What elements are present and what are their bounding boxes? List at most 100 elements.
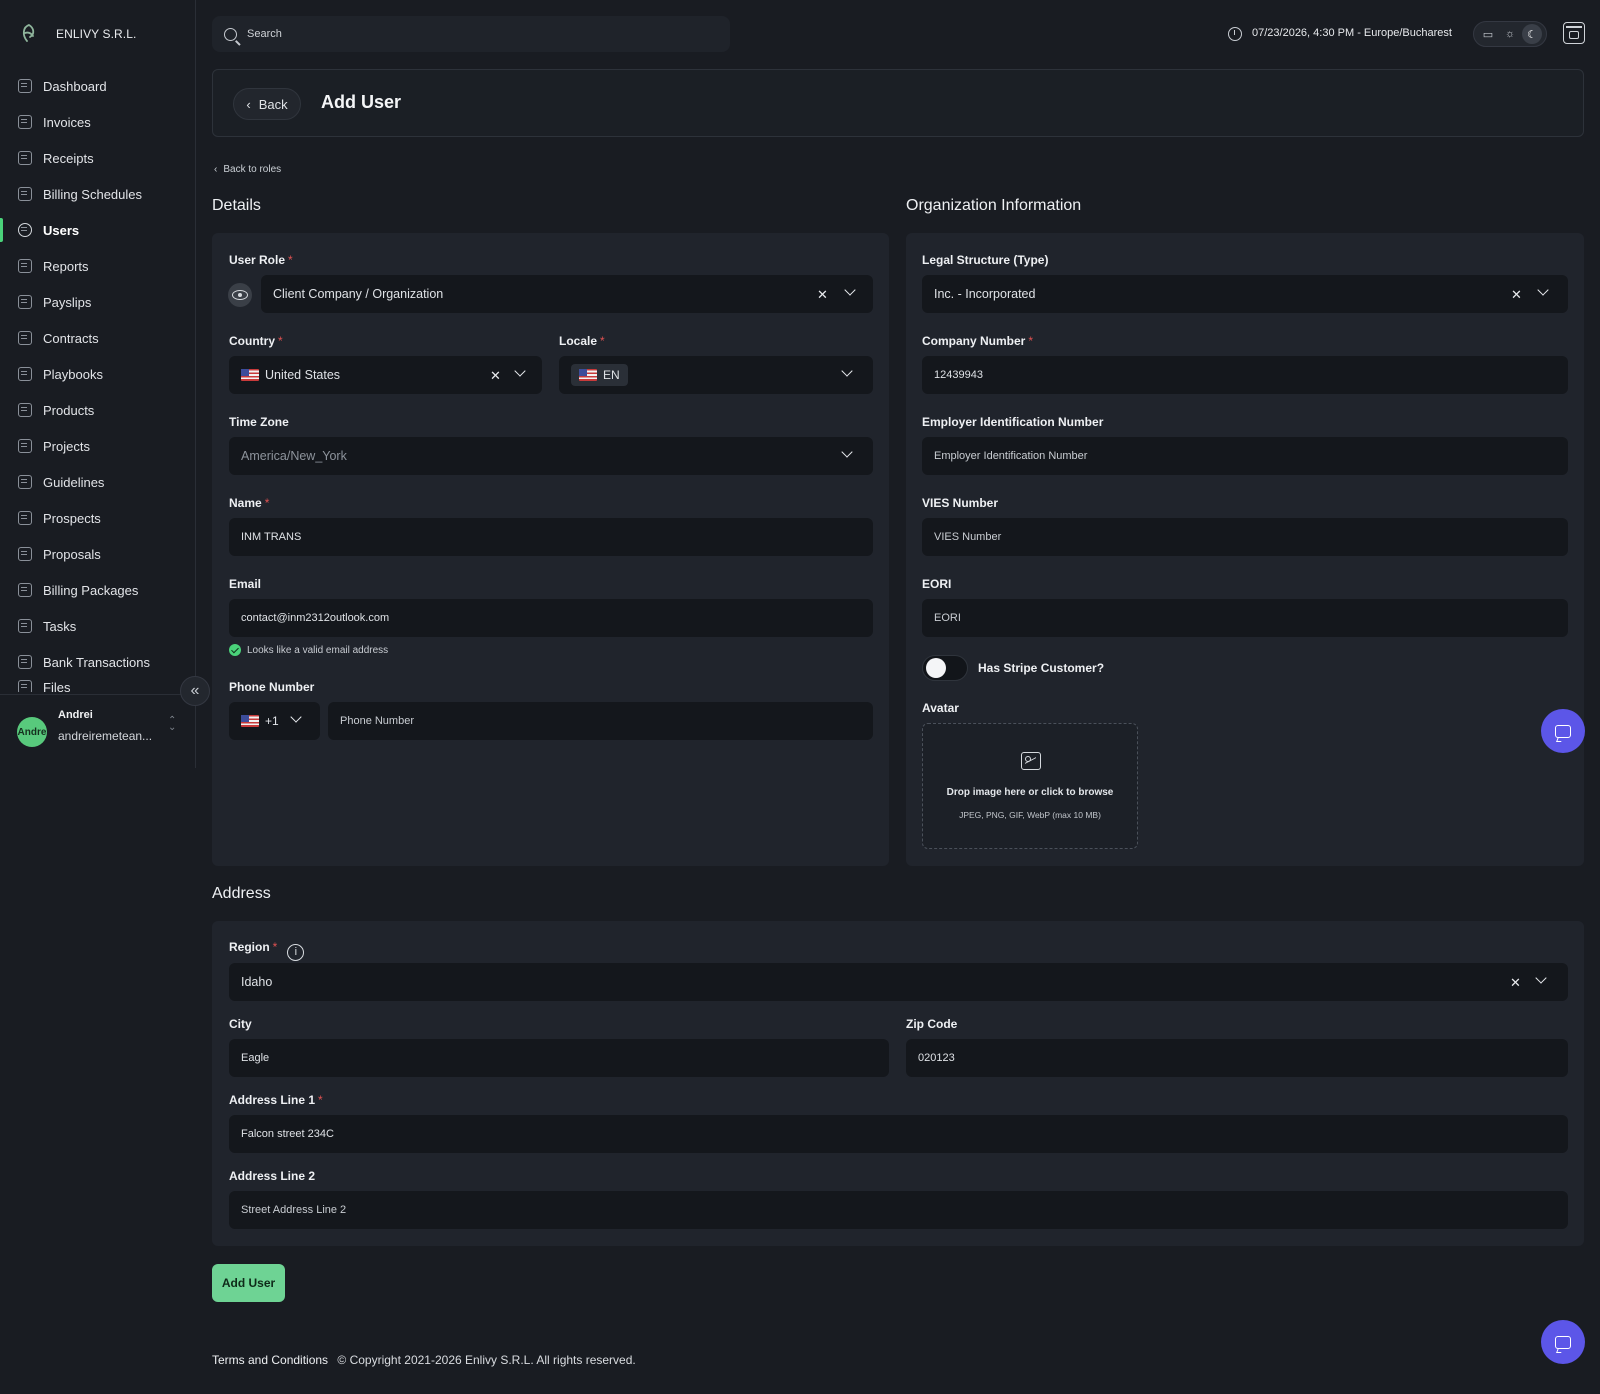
organization-title: Organization Information xyxy=(906,197,1082,214)
info-icon[interactable]: i xyxy=(287,944,305,961)
locale-select[interactable]: EN xyxy=(559,356,873,394)
zip-value: 020123 xyxy=(918,1052,955,1064)
monitor-icon[interactable]: ▭ xyxy=(1478,24,1498,44)
brand[interactable]: ENLIVY S.R.L. xyxy=(16,18,174,50)
phone-country-code-select[interactable]: +1 xyxy=(229,702,320,740)
sidebar-item-dashboard[interactable]: Dashboard xyxy=(0,68,195,104)
user-menu[interactable]: Andre Andrei andreiremetean... ⌃ ⌄ xyxy=(0,694,195,768)
chevron-down-icon xyxy=(841,446,853,458)
chevron-down-icon xyxy=(290,711,302,723)
search-input[interactable]: Search xyxy=(212,16,730,52)
eye-icon[interactable] xyxy=(228,283,252,307)
sidebar-item-contracts[interactable]: Contracts xyxy=(0,320,195,356)
name-input[interactable]: INM TRANS xyxy=(229,518,873,556)
stripe-customer-toggle[interactable] xyxy=(922,655,968,681)
invoice-icon xyxy=(18,115,32,129)
clear-icon[interactable]: ✕ xyxy=(1510,975,1521,991)
sidebar-item-playbooks[interactable]: Playbooks xyxy=(0,356,195,392)
prospect-icon xyxy=(18,511,32,525)
back-to-roles-link[interactable]: ‹ Back to roles xyxy=(214,164,281,175)
double-chevron-left-icon: « xyxy=(190,682,200,699)
sidebar-item-proposals[interactable]: Proposals xyxy=(0,536,195,572)
company-number-input[interactable]: 12439943 xyxy=(922,356,1568,394)
clear-icon[interactable]: ✕ xyxy=(490,368,501,384)
chevron-down-icon xyxy=(1535,972,1547,984)
sidebar-item-billing-schedules[interactable]: Billing Schedules xyxy=(0,176,195,212)
add-user-button[interactable]: Add User xyxy=(212,1264,285,1302)
sidebar-item-prospects[interactable]: Prospects xyxy=(0,500,195,536)
sidebar-item-payslips[interactable]: Payslips xyxy=(0,284,195,320)
legal-structure-value: Inc. - Incorporated xyxy=(934,287,1036,301)
user-email: andreiremetean... xyxy=(58,729,153,743)
address-line2-input[interactable]: Street Address Line 2 xyxy=(229,1191,1568,1229)
collapse-sidebar-button[interactable]: « xyxy=(180,676,210,706)
user-name: Andrei xyxy=(58,709,93,721)
locale-chip: EN xyxy=(571,364,628,386)
address-line2-placeholder: Street Address Line 2 xyxy=(241,1204,347,1216)
vies-input[interactable]: VIES Number xyxy=(922,518,1568,556)
sidebar-item-guidelines[interactable]: Guidelines xyxy=(0,464,195,500)
moon-icon[interactable]: ☾ xyxy=(1522,24,1542,44)
image-icon xyxy=(1021,752,1041,770)
sidebar-item-label: Billing Packages xyxy=(43,582,139,598)
sidebar-item-reports[interactable]: Reports xyxy=(0,248,195,284)
book-icon xyxy=(18,367,32,381)
us-flag-icon xyxy=(241,715,259,727)
eori-input[interactable]: EORI xyxy=(922,599,1568,637)
region-label: Region * i xyxy=(229,940,305,961)
sidebar-item-tasks[interactable]: Tasks xyxy=(0,608,195,644)
sidebar-item-files[interactable]: Files xyxy=(0,680,195,692)
sidebar-item-label: Billing Schedules xyxy=(43,186,143,202)
sidebar-item-receipts[interactable]: Receipts xyxy=(0,140,195,176)
chevron-down-icon xyxy=(1537,284,1549,296)
eori-placeholder: EORI xyxy=(934,612,961,624)
terms-link[interactable]: Terms and Conditions xyxy=(212,1353,328,1367)
address-line1-input[interactable]: Falcon street 234C xyxy=(229,1115,1568,1153)
sidebar-item-products[interactable]: Products xyxy=(0,392,195,428)
phone-input[interactable]: Phone Number xyxy=(328,702,873,740)
back-button[interactable]: ‹ Back xyxy=(233,88,301,120)
clear-icon[interactable]: ✕ xyxy=(1511,287,1522,303)
locale-value: EN xyxy=(603,368,620,382)
company-number-value: 12439943 xyxy=(934,369,983,381)
vies-label: VIES Number xyxy=(922,496,999,510)
support-chat-button[interactable] xyxy=(1541,1320,1585,1364)
bank-icon xyxy=(18,655,32,669)
sun-icon[interactable]: ☼ xyxy=(1500,24,1520,44)
sidebar-item-label: Guidelines xyxy=(43,474,105,490)
sidebar-item-users[interactable]: Users xyxy=(0,212,195,248)
page-title: Add User xyxy=(321,92,402,112)
city-input[interactable]: Eagle xyxy=(229,1039,889,1077)
sidebar-item-projects[interactable]: Projects xyxy=(0,428,195,464)
email-valid-hint: Looks like a valid email address xyxy=(229,644,388,656)
zip-input[interactable]: 020123 xyxy=(906,1039,1568,1077)
sidebar-item-bank-transactions[interactable]: Bank Transactions xyxy=(0,644,195,680)
region-select[interactable]: Idaho ✕ xyxy=(229,963,1568,1001)
user-role-value: Client Company / Organization xyxy=(273,287,444,301)
search-icon xyxy=(224,27,237,41)
sidebar: ENLIVY S.R.L. Dashboard Invoices Receipt… xyxy=(0,0,196,768)
chevron-down-icon xyxy=(841,365,853,377)
dropzone-text: Drop image here or click to browse xyxy=(946,787,1114,798)
clear-icon[interactable]: ✕ xyxy=(817,287,828,303)
calendar-icon[interactable] xyxy=(1563,22,1585,44)
timezone-label: Time Zone xyxy=(229,415,289,429)
user-role-label: User Role * xyxy=(229,253,293,267)
sidebar-nav: Dashboard Invoices Receipts Billing Sche… xyxy=(0,68,195,692)
sidebar-item-billing-packages[interactable]: Billing Packages xyxy=(0,572,195,608)
sidebar-item-label: Prospects xyxy=(43,510,101,526)
chat-button[interactable] xyxy=(1541,709,1585,753)
legal-structure-select[interactable]: Inc. - Incorporated ✕ xyxy=(922,275,1568,313)
copyright-text: © Copyright 2021-2026 Enlivy S.R.L. All … xyxy=(337,1353,636,1367)
avatar-dropzone[interactable]: Drop image here or click to browse JPEG,… xyxy=(922,723,1138,849)
country-select[interactable]: United States ✕ xyxy=(229,356,542,394)
timezone-select[interactable]: America/New_York xyxy=(229,437,873,475)
payslip-icon xyxy=(18,295,32,309)
ein-input[interactable]: Employer Identification Number xyxy=(922,437,1568,475)
details-title: Details xyxy=(212,197,261,214)
sidebar-item-label: Proposals xyxy=(43,546,101,562)
sidebar-item-invoices[interactable]: Invoices xyxy=(0,104,195,140)
email-input[interactable]: contact@inm2312outlook.com xyxy=(229,599,873,637)
user-role-select[interactable]: Client Company / Organization ✕ xyxy=(261,275,873,313)
locale-label: Locale * xyxy=(559,334,605,348)
